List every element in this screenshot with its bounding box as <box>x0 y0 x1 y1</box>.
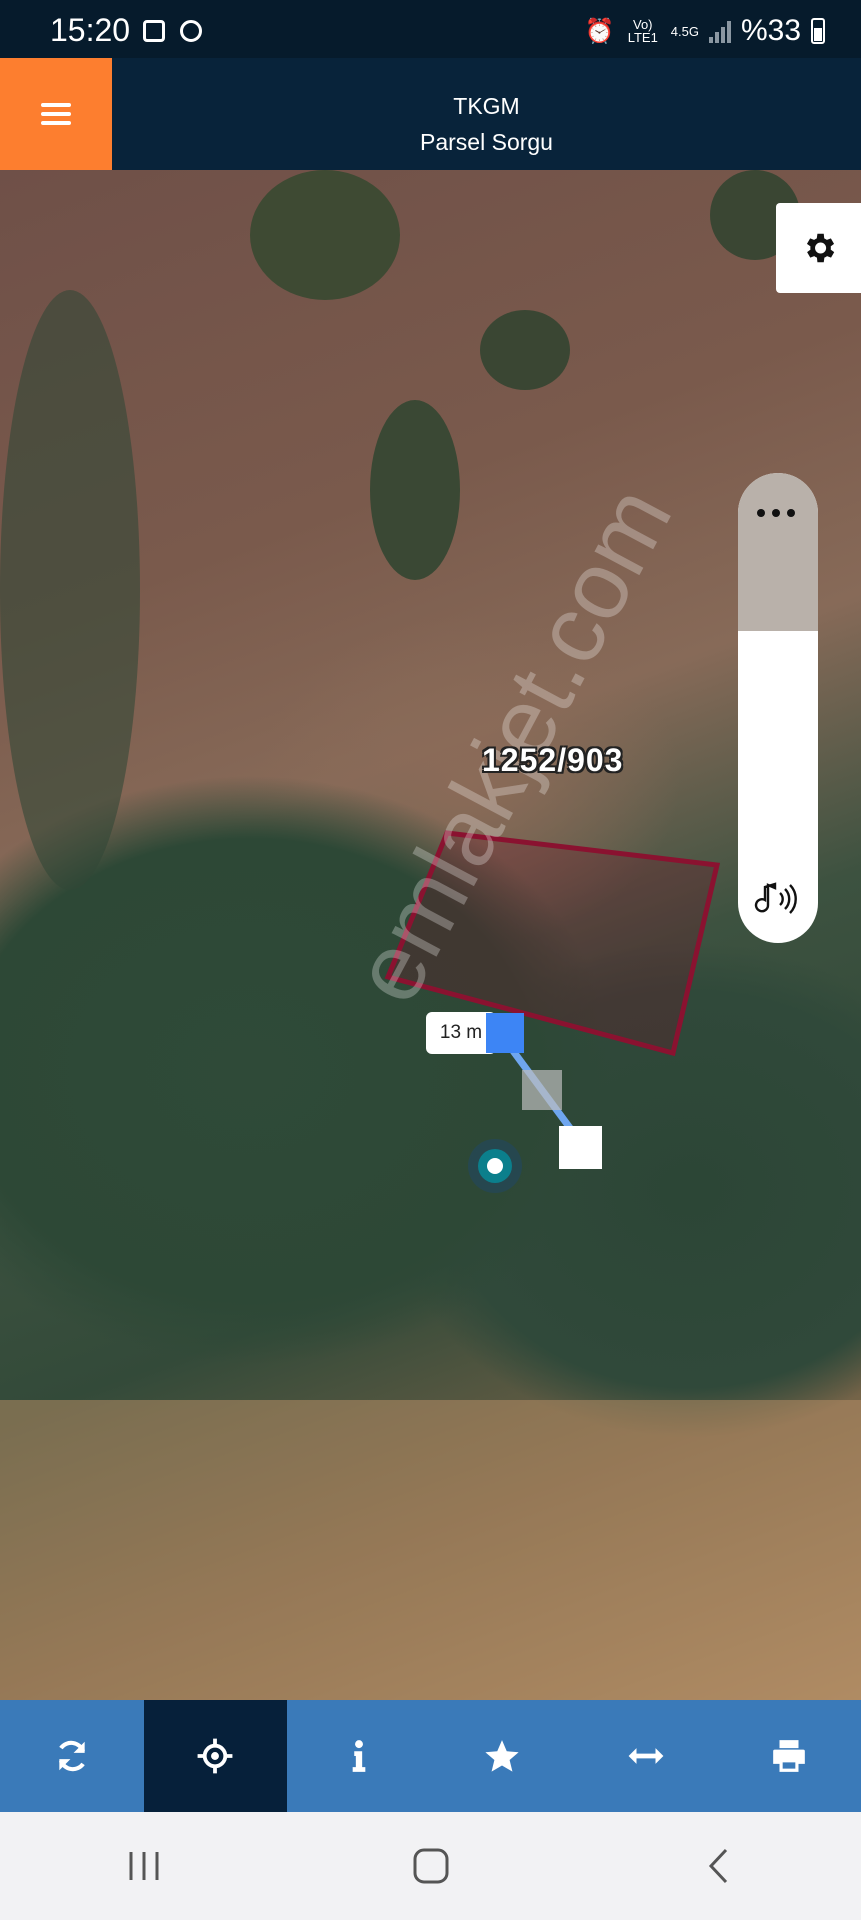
map-tree-cluster <box>250 170 400 300</box>
info-button[interactable] <box>287 1700 431 1812</box>
back-button[interactable] <box>658 1826 778 1906</box>
refresh-button[interactable] <box>0 1700 144 1812</box>
map-tree-cluster <box>370 400 460 580</box>
status-time: 15:20 <box>50 12 131 48</box>
measure-icon <box>628 1748 664 1764</box>
app-header: TKGM Parsel Sorgu <box>0 58 861 170</box>
current-location-marker <box>478 1149 512 1183</box>
measure-button[interactable] <box>574 1700 718 1812</box>
bottom-toolbar <box>0 1700 861 1812</box>
measure-handle-end[interactable] <box>559 1126 602 1169</box>
map-tree-cluster <box>0 290 140 890</box>
title-line-2: Parsel Sorgu <box>420 129 553 155</box>
info-icon <box>352 1740 366 1772</box>
battery-icon <box>811 18 825 44</box>
alarm-icon: ⏰ <box>584 17 615 45</box>
settings-button[interactable] <box>776 203 861 293</box>
locate-icon <box>197 1738 233 1774</box>
more-options-icon[interactable] <box>757 509 795 517</box>
menu-button[interactable] <box>0 58 112 170</box>
signal-icon <box>708 19 731 43</box>
hamburger-icon <box>41 103 71 125</box>
status-bar: 15:20 ⏰ Vo) LTE1 4.5G %33 <box>0 0 861 58</box>
side-panel-handle[interactable] <box>738 473 818 631</box>
title-line-1: TKGM <box>453 93 520 119</box>
refresh-icon <box>58 1740 85 1772</box>
battery-percent: %33 <box>740 14 801 47</box>
sound-icon <box>754 882 797 914</box>
sound-button[interactable] <box>750 871 806 927</box>
home-icon <box>413 1848 448 1884</box>
side-panel[interactable] <box>738 473 818 943</box>
measure-handle-start[interactable] <box>486 1013 524 1053</box>
recent-apps-button[interactable] <box>84 1826 204 1906</box>
measure-handle-mid[interactable] <box>522 1070 562 1110</box>
home-button[interactable] <box>371 1826 491 1906</box>
gallery-icon <box>143 20 165 42</box>
locate-button[interactable] <box>143 1700 287 1812</box>
network-type: 4.5G <box>670 23 699 39</box>
recent-apps-icon <box>129 1852 158 1880</box>
back-icon <box>708 1848 727 1884</box>
print-button[interactable] <box>718 1700 861 1812</box>
star-icon <box>485 1740 519 1772</box>
page-title: TKGM Parsel Sorgu <box>112 88 861 160</box>
favorite-button[interactable] <box>431 1700 575 1812</box>
olive-grove <box>0 1400 861 1700</box>
screen-record-icon <box>180 20 202 42</box>
gear-icon <box>806 233 834 263</box>
parcel-label: 1252/903 <box>482 742 624 778</box>
network-indicator: Vo) LTE1 <box>627 17 658 45</box>
system-nav-bar <box>0 1812 861 1920</box>
print-icon <box>773 1740 806 1772</box>
map-tree-cluster <box>480 310 570 390</box>
